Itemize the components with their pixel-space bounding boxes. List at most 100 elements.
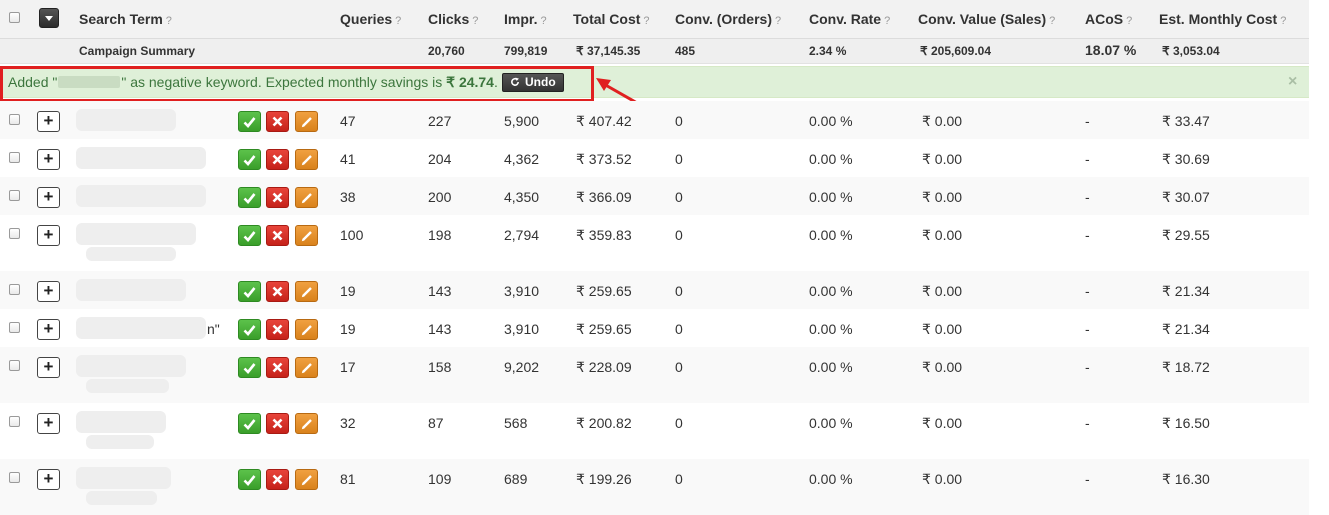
row-checkbox[interactable] xyxy=(9,152,20,163)
negate-keyword-button[interactable] xyxy=(266,149,289,170)
negate-keyword-button[interactable] xyxy=(266,413,289,434)
expand-row-button[interactable]: + xyxy=(37,111,60,132)
edit-keyword-button[interactable] xyxy=(295,469,318,490)
cell-orders: 0 xyxy=(675,283,683,299)
edit-keyword-button[interactable] xyxy=(295,319,318,340)
help-icon[interactable]: ? xyxy=(1280,15,1286,27)
approve-keyword-button[interactable] xyxy=(238,111,261,132)
expand-row-button[interactable]: + xyxy=(37,319,60,340)
help-icon[interactable]: ? xyxy=(166,15,172,27)
approve-keyword-button[interactable] xyxy=(238,357,261,378)
edit-keyword-button[interactable] xyxy=(295,413,318,434)
check-icon xyxy=(243,287,256,298)
approve-keyword-button[interactable] xyxy=(238,187,261,208)
approve-keyword-button[interactable] xyxy=(238,469,261,490)
help-icon[interactable]: ? xyxy=(1049,15,1055,27)
redacted-search-term xyxy=(76,411,166,433)
row-checkbox[interactable] xyxy=(9,284,20,295)
column-header-label: Conv. (Orders) xyxy=(675,11,772,27)
redacted-search-term xyxy=(76,109,176,131)
cell-orders: 0 xyxy=(675,471,683,487)
negate-keyword-button[interactable] xyxy=(266,469,289,490)
cell-cost: ₹ 228.09 xyxy=(576,359,632,375)
row-checkbox[interactable] xyxy=(9,322,20,333)
negate-keyword-button[interactable] xyxy=(266,319,289,340)
edit-keyword-button[interactable] xyxy=(295,111,318,132)
undo-button[interactable]: Undo xyxy=(502,73,564,92)
help-icon[interactable]: ? xyxy=(1126,15,1132,27)
close-icon[interactable]: × xyxy=(1288,73,1297,91)
cross-icon xyxy=(272,192,283,203)
expand-row-button[interactable]: + xyxy=(37,469,60,490)
column-header-impr[interactable]: Impr.? xyxy=(504,11,547,27)
select-all-checkbox[interactable] xyxy=(9,12,20,23)
pencil-icon xyxy=(301,117,312,128)
edit-keyword-button[interactable] xyxy=(295,149,318,170)
plus-icon: + xyxy=(43,111,54,130)
help-icon[interactable]: ? xyxy=(540,15,546,27)
help-icon[interactable]: ? xyxy=(775,15,781,27)
approve-keyword-button[interactable] xyxy=(238,413,261,434)
pencil-icon xyxy=(301,325,312,336)
negate-keyword-button[interactable] xyxy=(266,187,289,208)
help-icon[interactable]: ? xyxy=(643,15,649,27)
edit-keyword-button[interactable] xyxy=(295,281,318,302)
redacted-keyword xyxy=(58,76,121,88)
cell-impr: 2,794 xyxy=(504,227,540,243)
approve-keyword-button[interactable] xyxy=(238,149,261,170)
row-checkbox[interactable] xyxy=(9,114,20,125)
expand-row-button[interactable]: + xyxy=(37,149,60,170)
approve-keyword-button[interactable] xyxy=(238,319,261,340)
cell-queries: 81 xyxy=(340,471,356,487)
cell-est: ₹ 18.72 xyxy=(1162,359,1210,375)
row-checkbox[interactable] xyxy=(9,416,20,427)
caret-down-icon xyxy=(45,16,53,21)
expand-row-button[interactable]: + xyxy=(37,413,60,434)
negate-keyword-button[interactable] xyxy=(266,281,289,302)
expand-row-button[interactable]: + xyxy=(37,187,60,208)
bulk-actions-menu-button[interactable] xyxy=(39,8,59,28)
cross-icon xyxy=(272,154,283,165)
negate-keyword-button[interactable] xyxy=(266,357,289,378)
table-row: +41 204 4,362 ₹ 373.52 0 0.00 % ₹ 0.00 - ₹ 30.69 xyxy=(0,139,1309,177)
cell-orders: 0 xyxy=(675,227,683,243)
help-icon[interactable]: ? xyxy=(884,15,890,27)
column-header-est-monthly[interactable]: Est. Monthly Cost? xyxy=(1159,11,1286,27)
approve-keyword-button[interactable] xyxy=(238,281,261,302)
column-header-search-term[interactable]: Search Term? xyxy=(79,11,172,27)
cell-queries: 32 xyxy=(340,415,356,431)
column-header-conv-orders[interactable]: Conv. (Orders)? xyxy=(675,11,781,27)
cell-cost: ₹ 259.65 xyxy=(576,283,632,299)
expand-row-button[interactable]: + xyxy=(37,281,60,302)
cell-impr: 4,350 xyxy=(504,189,540,205)
expand-row-button[interactable]: + xyxy=(37,225,60,246)
row-checkbox[interactable] xyxy=(9,190,20,201)
column-header-queries[interactable]: Queries? xyxy=(340,11,401,27)
column-header-label: Total Cost xyxy=(573,11,641,27)
negate-keyword-button[interactable] xyxy=(266,111,289,132)
help-icon[interactable]: ? xyxy=(472,15,478,27)
approve-keyword-button[interactable] xyxy=(238,225,261,246)
redacted-search-term xyxy=(76,355,186,377)
help-icon[interactable]: ? xyxy=(395,15,401,27)
cell-acos: - xyxy=(1085,359,1090,375)
row-checkbox[interactable] xyxy=(9,228,20,239)
cell-clicks: 158 xyxy=(428,359,452,375)
row-checkbox[interactable] xyxy=(9,472,20,483)
column-header-clicks[interactable]: Clicks? xyxy=(428,11,478,27)
row-checkbox[interactable] xyxy=(9,360,20,371)
cell-impr: 568 xyxy=(504,415,528,431)
pencil-icon xyxy=(301,231,312,242)
column-header-conv-value[interactable]: Conv. Value (Sales)? xyxy=(918,11,1055,27)
edit-keyword-button[interactable] xyxy=(295,225,318,246)
edit-keyword-button[interactable] xyxy=(295,357,318,378)
column-header-conv-rate[interactable]: Conv. Rate? xyxy=(809,11,890,27)
column-header-total-cost[interactable]: Total Cost? xyxy=(573,11,650,27)
cell-est: ₹ 33.47 xyxy=(1162,113,1210,129)
negate-keyword-button[interactable] xyxy=(266,225,289,246)
expand-row-button[interactable]: + xyxy=(37,357,60,378)
column-header-acos[interactable]: ACoS? xyxy=(1085,11,1132,27)
column-header-label: Conv. Rate xyxy=(809,11,882,27)
pencil-icon xyxy=(301,363,312,374)
edit-keyword-button[interactable] xyxy=(295,187,318,208)
